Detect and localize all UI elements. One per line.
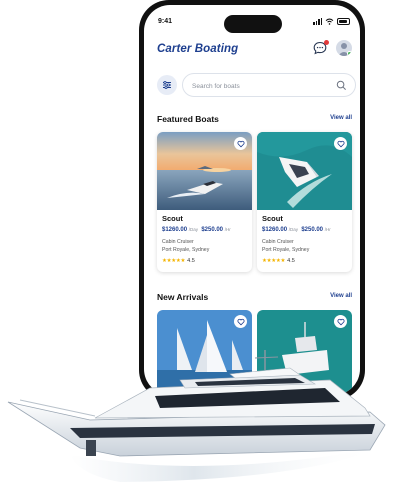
- boat-photo-sunset: [157, 132, 252, 210]
- app-showcase: 9:41 Carter Boating Search for boats Fea…: [0, 0, 402, 497]
- favorite-button[interactable]: [334, 137, 347, 150]
- status-time: 9:41: [158, 18, 173, 25]
- search-input[interactable]: [192, 79, 332, 93]
- status-bar: 9:41: [144, 5, 360, 39]
- boat-price: $1260.00 /Day $250.00 /Hr: [162, 227, 231, 233]
- featured-title: Featured Boats: [157, 114, 219, 124]
- price-day-unit: /Day: [288, 227, 298, 232]
- rating-value: 4.5: [287, 258, 295, 264]
- search-icon[interactable]: [336, 80, 347, 91]
- boat-rating: ★★★★★ 4.5: [162, 258, 195, 264]
- boat-location: Port Royale, Sydney: [162, 247, 210, 253]
- heart-icon: [236, 140, 245, 147]
- boat-card[interactable]: Scout $1260.00 /Day $250.00 /Hr Cabin Cr…: [257, 132, 352, 272]
- filter-button[interactable]: [157, 75, 177, 95]
- search-bar: [182, 73, 356, 97]
- price-day-unit: /Day: [188, 227, 198, 232]
- boat-name: Scout: [262, 214, 283, 223]
- heart-icon: [336, 140, 345, 147]
- price-day: $1260.00: [162, 227, 188, 233]
- boat-rating: ★★★★★ 4.5: [262, 258, 295, 264]
- boat-location: Port Royale, Sydney: [262, 247, 310, 253]
- favorite-button[interactable]: [334, 315, 347, 328]
- boat-photo-ocean: [257, 132, 352, 210]
- header-actions: [312, 40, 352, 56]
- signal-icon: [313, 17, 322, 25]
- boat-type: Cabin Cruiser: [262, 239, 294, 245]
- new-arrivals-view-all-link[interactable]: View all: [330, 293, 352, 299]
- chat-icon[interactable]: [312, 40, 329, 56]
- status-icons: [313, 17, 350, 25]
- battery-icon: [337, 17, 350, 25]
- brand-logo: Carter Boating: [157, 43, 239, 55]
- star-icons: ★★★★★: [262, 258, 286, 264]
- star-icons: ★★★★★: [162, 258, 186, 264]
- heart-icon: [336, 318, 345, 325]
- new-arrivals-title: New Arrivals: [157, 292, 209, 302]
- favorite-button[interactable]: [234, 315, 247, 328]
- filter-icon: [163, 80, 171, 90]
- wifi-icon: [325, 18, 334, 25]
- boat-name: Scout: [162, 214, 183, 223]
- price-hour-unit: /Hr: [324, 227, 331, 232]
- price-day: $1260.00: [262, 227, 288, 233]
- yacht-illustration: [7, 350, 386, 482]
- price-hour: $250.00: [201, 227, 224, 233]
- avatar[interactable]: [336, 40, 352, 56]
- featured-view-all-link[interactable]: View all: [330, 115, 352, 121]
- price-hour-unit: /Hr: [224, 227, 231, 232]
- online-indicator: [347, 51, 352, 56]
- boat-price: $1260.00 /Day $250.00 /Hr: [262, 227, 331, 233]
- notification-badge: [324, 40, 329, 45]
- boat-card[interactable]: Scout $1260.00 /Day $250.00 /Hr Cabin Cr…: [157, 132, 252, 272]
- favorite-button[interactable]: [234, 137, 247, 150]
- boat-type: Cabin Cruiser: [162, 239, 194, 245]
- rating-value: 4.5: [187, 258, 195, 264]
- price-hour: $250.00: [301, 227, 324, 233]
- heart-icon: [236, 318, 245, 325]
